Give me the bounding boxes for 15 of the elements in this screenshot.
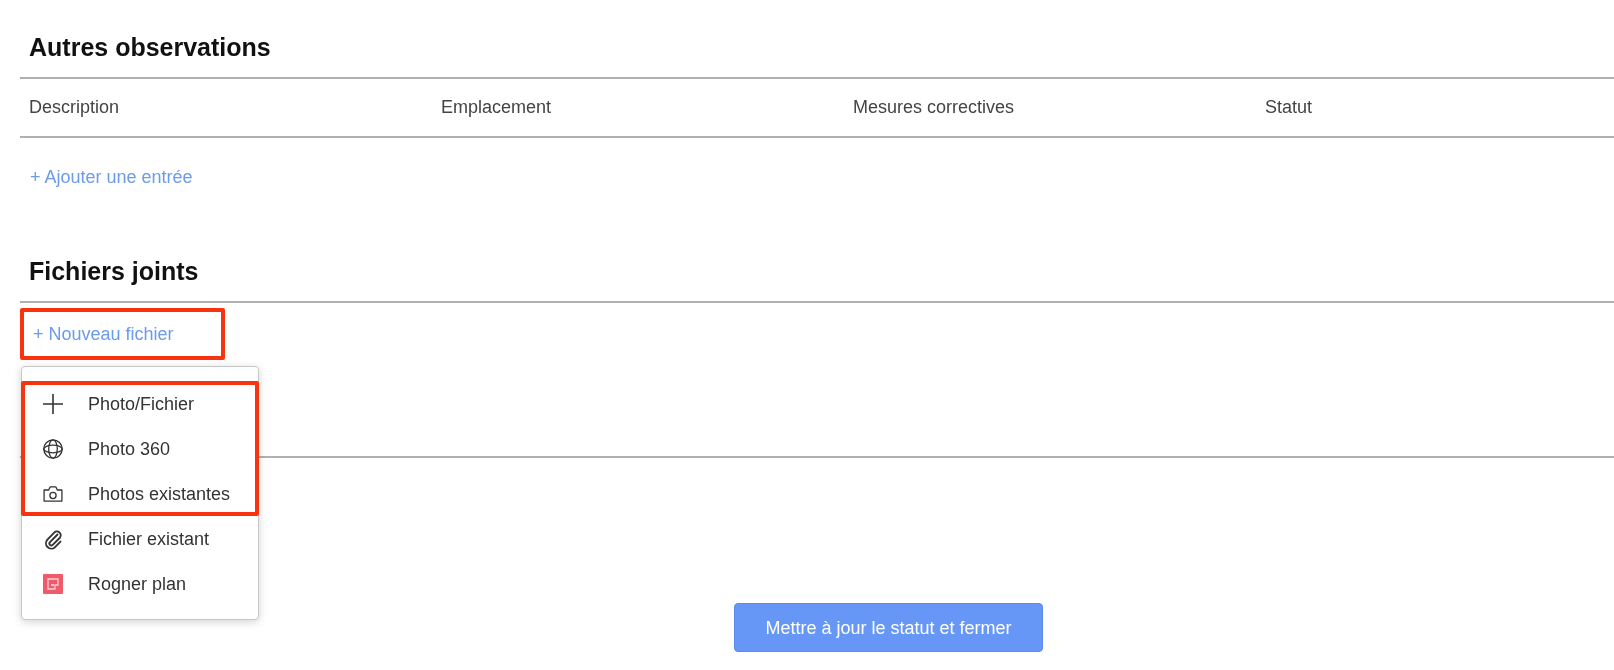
column-header: Mesures correctives xyxy=(853,97,1015,117)
column-header: Emplacement xyxy=(441,97,552,117)
menu-item[interactable]: Rogner plan xyxy=(22,561,258,606)
plus-icon xyxy=(43,393,63,414)
crop-icon xyxy=(43,573,63,594)
column-header: Description xyxy=(29,97,120,117)
menu-item[interactable]: Photo/Fichier xyxy=(22,381,258,426)
section-heading: Fichiers joints xyxy=(28,256,199,286)
menu-item[interactable]: Fichier existant xyxy=(22,516,258,561)
globe-icon xyxy=(43,438,63,459)
menu-item[interactable]: Photos existantes xyxy=(22,471,258,516)
column-header: Statut xyxy=(1265,97,1313,117)
section-heading: Autres observations xyxy=(28,32,271,62)
camera-icon xyxy=(43,484,63,503)
menu-item[interactable]: Photo 360 xyxy=(22,426,258,471)
